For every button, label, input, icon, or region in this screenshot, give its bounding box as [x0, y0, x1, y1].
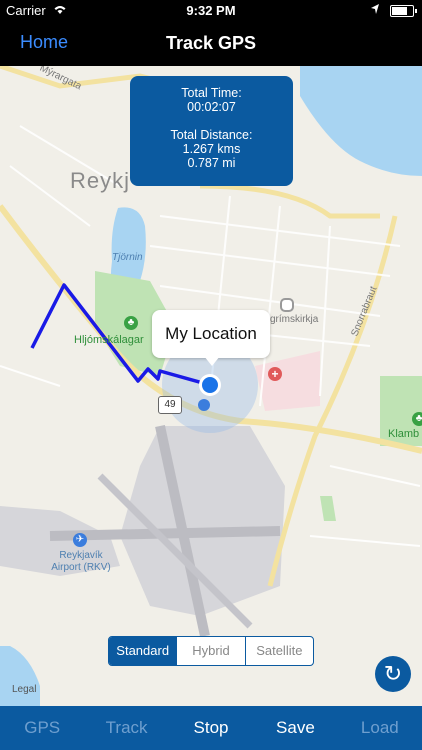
refresh-icon[interactable]: ↻	[375, 656, 411, 692]
load-button[interactable]: Load	[338, 706, 422, 750]
save-button[interactable]: Save	[253, 706, 337, 750]
track-button[interactable]: Track	[84, 706, 168, 750]
callout-tail	[204, 356, 220, 366]
map-type-hybrid[interactable]: Hybrid	[176, 637, 244, 665]
bottom-toolbar: GPS Track Stop Save Load	[0, 706, 422, 750]
location-arrow-icon	[370, 3, 380, 18]
airport-label-line2: Airport (RKV)	[51, 562, 111, 573]
city-label: Reykj	[70, 168, 131, 193]
map-type-satellite[interactable]: Satellite	[244, 637, 313, 665]
map-type-standard[interactable]: Standard	[109, 637, 177, 665]
tracking-info-panel: Total Time: 00:02:07 Total Distance: 1.2…	[130, 76, 293, 186]
place-icon	[280, 298, 294, 312]
status-time: 9:32 PM	[186, 3, 236, 18]
airport-label: Reykjavík Airport (RKV)	[48, 550, 114, 574]
total-time-label: Total Time:	[181, 86, 242, 100]
tree-icon: ♣	[412, 412, 422, 426]
stop-button[interactable]: Stop	[169, 706, 253, 750]
hospital-icon: +	[268, 367, 282, 381]
lake-label: Tjörnin	[112, 252, 143, 263]
bus-icon	[198, 399, 210, 411]
total-time-value: 00:02:07	[187, 100, 236, 114]
airplane-icon: ✈	[73, 533, 87, 547]
park-label: Hljómskálagar	[74, 334, 144, 346]
church-label: grímskirkja	[270, 314, 319, 325]
gps-button[interactable]: GPS	[0, 706, 84, 750]
total-distance-label: Total Distance:	[170, 128, 253, 142]
legal-link[interactable]: Legal	[12, 684, 36, 695]
airport-label-line1: Reykjavík	[59, 550, 103, 561]
distance-kms-value: 1.267 kms	[182, 142, 241, 156]
my-location-callout[interactable]: My Location	[152, 310, 270, 366]
navigation-bar: Home Track GPS	[0, 22, 422, 66]
callout-text: My Location	[165, 324, 257, 343]
tree-icon: ♣	[124, 316, 138, 330]
park-right-label: Klamb	[388, 428, 420, 440]
route-shield: 49	[158, 396, 182, 414]
distance-mi-value: 0.787 mi	[187, 156, 236, 170]
map-type-selector: Standard Hybrid Satellite	[108, 636, 314, 666]
battery-icon	[390, 5, 417, 17]
page-title: Track GPS	[165, 33, 257, 53]
status-bar: Carrier 9:32 PM	[0, 0, 422, 22]
map-view[interactable]: Mýrargata Reykj Tjörnin ♣ Hljómskálagar …	[0, 66, 422, 706]
